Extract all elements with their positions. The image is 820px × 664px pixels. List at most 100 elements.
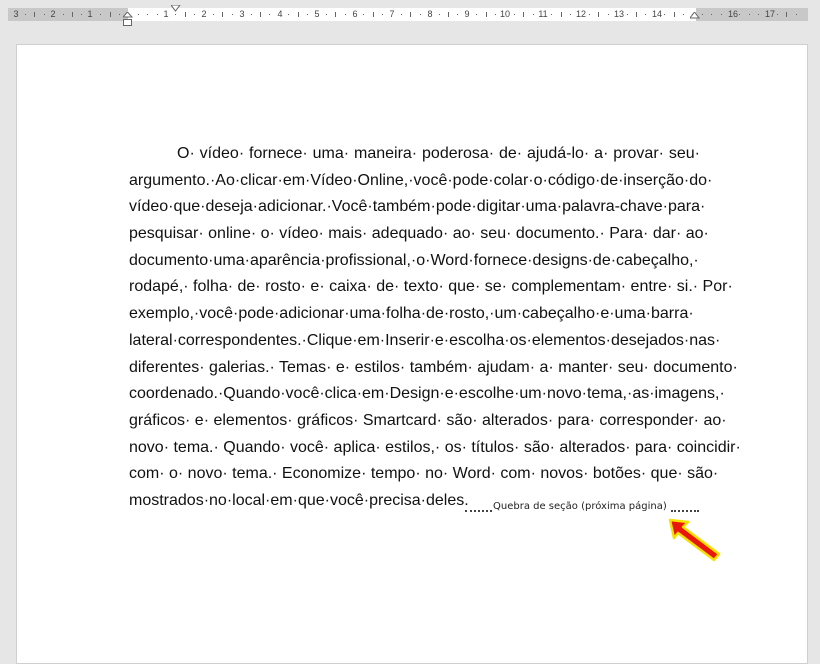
ruler-number: 1 <box>87 9 93 19</box>
ruler-tick <box>410 12 411 17</box>
ruler-dot <box>138 14 139 15</box>
paragraph-line: vídeo·que·deseja·adicionar.·Você·também·… <box>129 198 706 216</box>
horizontal-ruler[interactable]: 3 2 1 1 2 3 4 5 6 7 8 9 10 11 12 13 14 16 17 <box>0 0 820 28</box>
ruler-tick <box>72 12 73 17</box>
ruler-dot <box>147 14 148 15</box>
ruler-number: 9 <box>464 9 470 19</box>
paragraph-line: O· vídeo· fornece· uma· maneira· poderos… <box>177 145 700 162</box>
paragraph-line: rodapé,· folha· de· rosto· e· caixa· de·… <box>129 278 733 296</box>
paragraph-line: documento·uma·aparência·profissional,·o·… <box>129 251 699 269</box>
ruler-tick <box>486 12 487 17</box>
ruler-tick <box>448 12 449 17</box>
ruler-dot <box>749 14 750 15</box>
ruler-dot <box>345 14 346 15</box>
paragraph-line: novo· tema.· Quando· você· aplica· estil… <box>129 438 741 456</box>
ruler-dot <box>251 14 252 15</box>
ruler-dot <box>570 14 571 15</box>
ruler-dot <box>533 14 534 15</box>
ruler-dot <box>457 14 458 15</box>
first-line-indent-marker[interactable] <box>171 5 181 13</box>
ruler-dot <box>739 14 740 15</box>
ruler-number: 4 <box>277 9 283 19</box>
ruler-dot <box>119 14 120 15</box>
ruler-dot <box>269 14 270 15</box>
ruler-dot <box>514 14 515 15</box>
ruler-dot <box>551 14 552 15</box>
ruler-right-margin <box>696 8 808 21</box>
paragraph-line: coordenado.·Quando·você·clica·em·Design·… <box>129 385 725 403</box>
ruler-tick <box>335 12 336 17</box>
ruler-tick <box>786 12 787 17</box>
ruler-tick <box>674 12 675 17</box>
section-break-dots-left <box>465 510 492 512</box>
ruler-dot <box>476 14 477 15</box>
ruler-dot <box>495 14 496 15</box>
section-break: Quebra de seção (próxima página) <box>465 501 699 517</box>
ruler-dot <box>401 14 402 15</box>
ruler-number: 8 <box>427 9 433 19</box>
ruler-dot <box>711 14 712 15</box>
ruler-dot <box>645 14 646 15</box>
ruler-dot <box>758 14 759 15</box>
ruler-dot <box>307 14 308 15</box>
ruler-dot <box>326 14 327 15</box>
ruler-number: 6 <box>352 9 358 19</box>
ruler-tick <box>561 12 562 17</box>
section-break-dots-right <box>671 510 699 512</box>
ruler-tick <box>185 12 186 17</box>
ruler-number: 3 <box>239 9 245 19</box>
section-break-label: Quebra de seção (próxima página) <box>493 501 667 512</box>
ruler-number: 1 <box>163 9 169 19</box>
ruler-number: 13 <box>613 9 625 19</box>
ruler-tick <box>222 12 223 17</box>
ruler-dot <box>81 14 82 15</box>
ruler-dot <box>382 14 383 15</box>
ruler-tick <box>298 12 299 17</box>
ruler-dot <box>683 14 684 15</box>
ruler-dot <box>25 14 26 15</box>
paragraph-line: exemplo,·você·pode·adicionar·uma·folha·d… <box>129 305 694 323</box>
paragraph-line: lateral·correspondentes.·Clique·em·Inser… <box>129 331 721 349</box>
ruler-dot <box>194 14 195 15</box>
paragraph-line: pesquisar· online· o· vídeo· mais· adequ… <box>129 225 709 243</box>
ruler-tick <box>110 12 111 17</box>
ruler-dot <box>288 14 289 15</box>
ruler-tick <box>636 12 637 17</box>
ruler-number: 5 <box>314 9 320 19</box>
ruler-dot <box>232 14 233 15</box>
ruler-number: 10 <box>499 9 511 19</box>
ruler-dot <box>44 14 45 15</box>
ruler-tick <box>260 12 261 17</box>
ruler-number: 7 <box>389 9 395 19</box>
right-indent-marker[interactable] <box>690 12 700 21</box>
ruler-dot <box>777 14 778 15</box>
paragraph-line: gráficos· e· elementos· gráficos· Smartc… <box>129 411 727 429</box>
ruler-dot <box>721 14 722 15</box>
ruler-dot <box>157 14 158 15</box>
ruler-number: 3 <box>13 9 19 19</box>
ruler-tick <box>598 12 599 17</box>
body-paragraph[interactable]: O· vídeo· fornece· uma· maneira· poderos… <box>129 141 741 515</box>
ruler-number: 17 <box>764 9 776 19</box>
ruler-number: 2 <box>50 9 56 19</box>
ruler-dot <box>439 14 440 15</box>
red-arrow-annotation <box>668 518 721 562</box>
ruler-dot <box>702 14 703 15</box>
ruler-dot <box>796 14 797 15</box>
paragraph-line: diferentes· galerias.· Temas· e· estilos… <box>129 358 738 376</box>
ruler-number: 12 <box>575 9 587 19</box>
document-page[interactable]: O· vídeo· fornece· uma· maneira· poderos… <box>16 44 808 664</box>
ruler-dot <box>664 14 665 15</box>
ruler-tick <box>523 12 524 17</box>
ruler-number: 14 <box>651 9 663 19</box>
ruler-number: 2 <box>201 9 207 19</box>
ruler-dot <box>420 14 421 15</box>
ruler-number: 11 <box>538 9 548 19</box>
ruler-tick <box>373 12 374 17</box>
ruler-dot <box>175 14 176 15</box>
ruler-dot <box>213 14 214 15</box>
ruler-dot <box>589 14 590 15</box>
ruler-dot <box>100 14 101 15</box>
ruler-tick <box>34 12 35 17</box>
left-indent-marker[interactable] <box>123 12 133 28</box>
